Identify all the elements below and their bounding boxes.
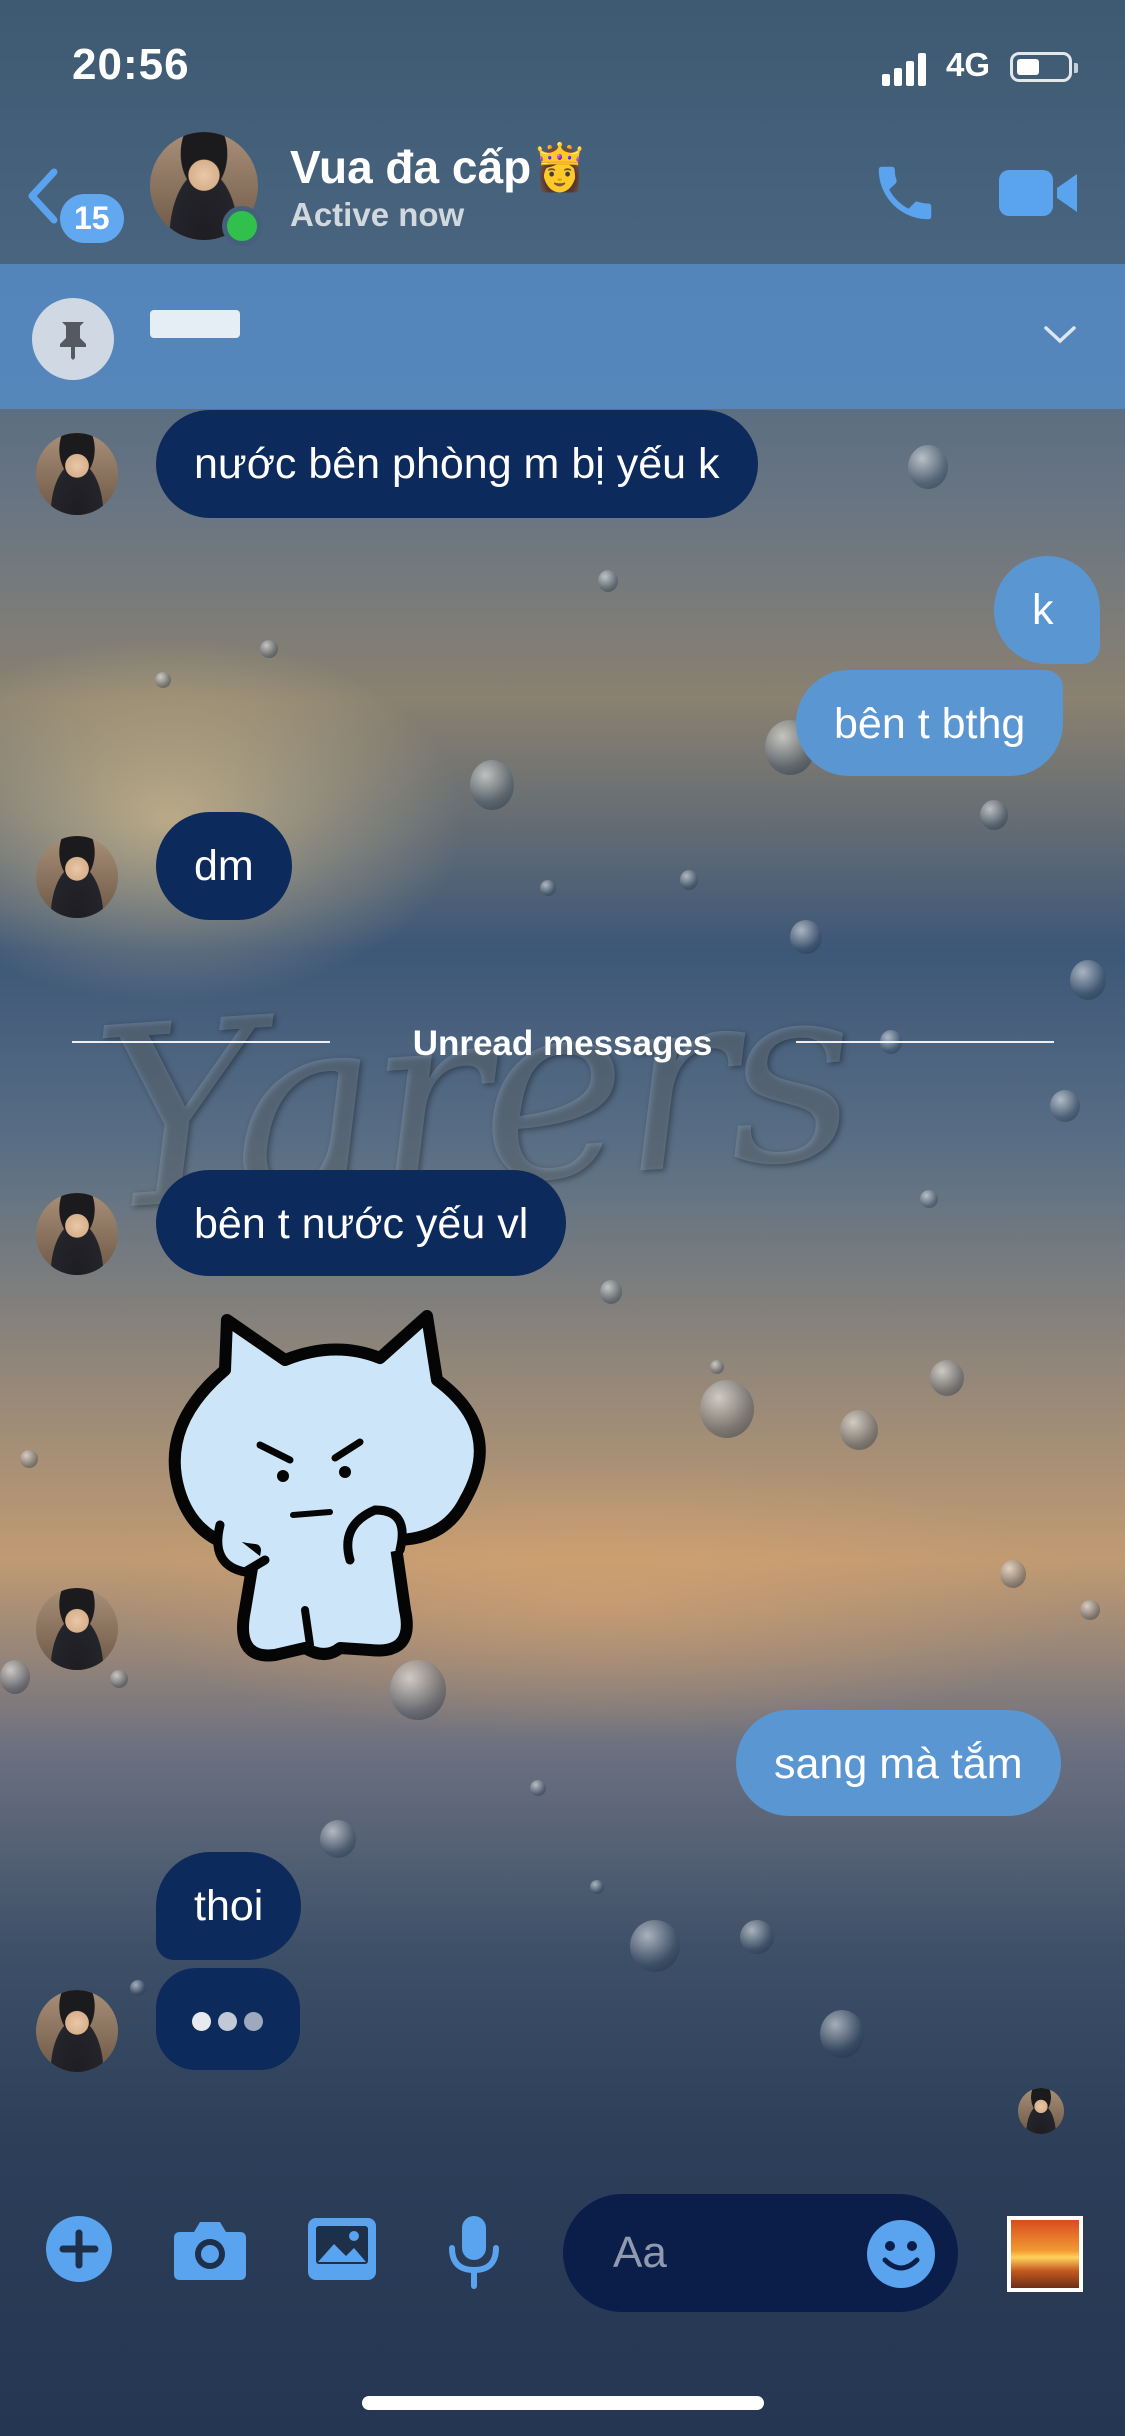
cat-sticker[interactable] bbox=[165, 1310, 510, 1670]
message-bubble-outgoing[interactable]: sang mà tắm bbox=[736, 1710, 1061, 1816]
chevron-down-icon[interactable] bbox=[1040, 314, 1080, 354]
unread-count-badge: 15 bbox=[60, 194, 124, 243]
conversation-header: 15 Vua đa cấp👸 Active now bbox=[0, 128, 1125, 263]
contact-name[interactable]: Vua đa cấp👸 bbox=[290, 140, 588, 195]
network-type: 4G bbox=[946, 46, 991, 83]
recent-photo-thumbnail[interactable] bbox=[1007, 2216, 1083, 2292]
message-bubble-incoming[interactable]: nước bên phòng m bị yếu k bbox=[156, 410, 758, 518]
message-bubble-incoming[interactable]: dm bbox=[156, 812, 292, 920]
sender-avatar[interactable] bbox=[36, 1588, 118, 1670]
message-bubble-incoming[interactable]: bên t nước yếu vl bbox=[156, 1170, 567, 1276]
battery-icon bbox=[1010, 52, 1078, 82]
message-bubble-incoming[interactable]: thoi bbox=[156, 1852, 302, 1960]
status-time: 20:56 bbox=[72, 40, 190, 89]
online-indicator bbox=[222, 206, 262, 246]
chevron-left-icon bbox=[28, 168, 58, 224]
sender-avatar[interactable] bbox=[36, 1990, 118, 2072]
message-input[interactable] bbox=[611, 2224, 865, 2282]
typing-indicator bbox=[156, 1968, 300, 2070]
sender-avatar[interactable] bbox=[36, 836, 118, 918]
divider-line bbox=[796, 1041, 1054, 1043]
signal-strength-icon bbox=[882, 52, 934, 86]
unread-messages-divider: Unread messages bbox=[0, 1024, 1125, 1080]
pinned-message-bar[interactable] bbox=[0, 264, 1125, 409]
camera-icon[interactable] bbox=[172, 2214, 248, 2284]
message-input-container bbox=[563, 2194, 958, 2312]
video-camera-icon bbox=[999, 170, 1077, 216]
add-icon[interactable] bbox=[44, 2214, 114, 2284]
sender-avatar[interactable] bbox=[36, 1193, 118, 1275]
message-bubble-outgoing[interactable]: bên t bthg bbox=[796, 670, 1064, 776]
microphone-icon[interactable] bbox=[446, 2214, 502, 2290]
divider-label: Unread messages bbox=[412, 1024, 713, 1063]
back-button[interactable]: 15 bbox=[24, 158, 134, 243]
pinned-message-text bbox=[150, 310, 240, 338]
pin-icon bbox=[32, 298, 114, 380]
phone-icon bbox=[878, 166, 932, 220]
contact-status: Active now bbox=[290, 196, 465, 233]
message-bubble-outgoing[interactable]: k bbox=[994, 556, 1100, 664]
status-bar: 20:56 4G bbox=[0, 0, 1125, 135]
emoji-icon[interactable] bbox=[865, 2218, 937, 2290]
photo-gallery-icon[interactable] bbox=[306, 2214, 378, 2284]
voice-call-button[interactable] bbox=[870, 158, 940, 228]
home-indicator[interactable] bbox=[362, 2396, 764, 2410]
read-receipt-avatar bbox=[1018, 2088, 1064, 2134]
sender-avatar[interactable] bbox=[36, 433, 118, 515]
video-call-button[interactable] bbox=[997, 158, 1079, 228]
